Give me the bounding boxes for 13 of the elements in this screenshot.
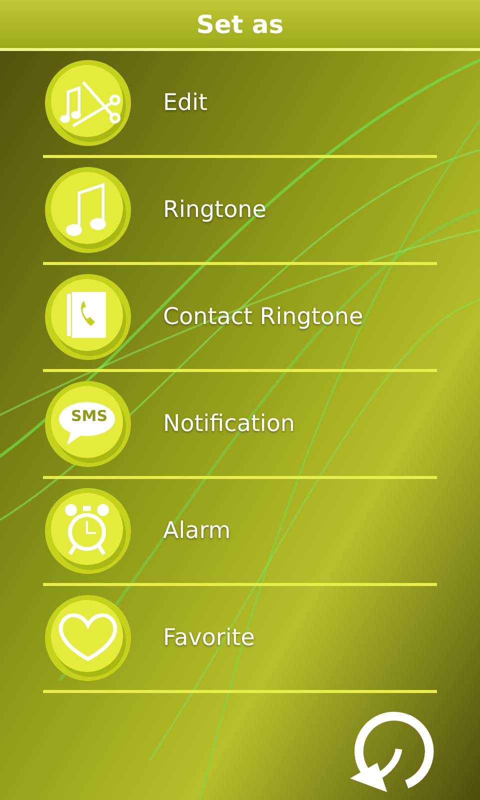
menu-item[interactable]: Edit [43, 51, 437, 155]
speech-bubble-icon [43, 379, 133, 469]
note-scissors-icon [43, 58, 133, 148]
screen-title: Set as [196, 10, 284, 38]
menu-item[interactable]: Ringtone [43, 158, 437, 262]
menu-item[interactable]: Contact Ringtone [43, 265, 437, 369]
phone-book-icon [43, 272, 133, 362]
alarm-clock-icon [43, 486, 133, 576]
music-note-icon [43, 165, 133, 255]
icon-label: SMS [71, 409, 108, 424]
menu-item[interactable]: SMS Notification [43, 372, 437, 476]
menu-item[interactable]: Favorite [43, 586, 437, 690]
menu-item[interactable]: Alarm [43, 479, 437, 583]
